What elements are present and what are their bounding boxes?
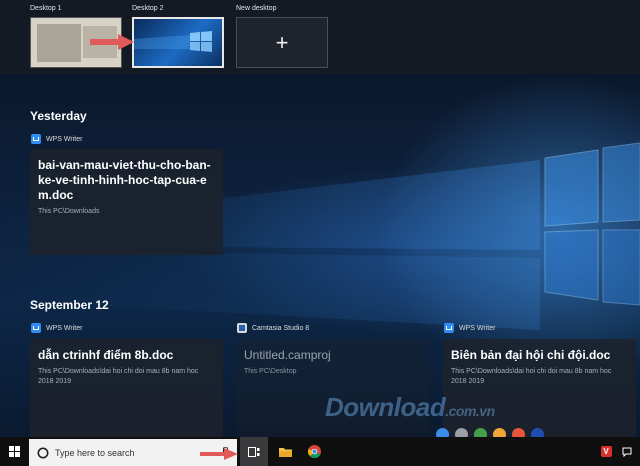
wps-writer-icon <box>31 323 41 333</box>
activity-app-row: Camtasia Studio 8 <box>237 323 309 333</box>
notification-icon <box>622 447 632 457</box>
app-name: WPS Writer <box>46 135 83 143</box>
app-name: WPS Writer <box>46 324 83 332</box>
activity-card-title: Biên bản đại hội chi đội.doc <box>451 348 611 362</box>
wps-writer-icon <box>444 323 454 333</box>
desktop-2-thumbnail[interactable] <box>132 17 224 68</box>
activity-card-path: This PC\Downloads\dai hoi chi doi mau 8b… <box>38 368 199 385</box>
new-desktop-label: New desktop <box>236 5 277 12</box>
activity-card[interactable]: dẫn ctrinhf điểm 8b.doc This PC\Download… <box>30 339 223 437</box>
tray-vivaldi-button[interactable]: V <box>598 437 614 466</box>
activity-card-path: This PC\Downloads\dai hoi chi doi mau 8b… <box>451 368 612 385</box>
activity-card-path: This PC\Desktop <box>244 368 297 375</box>
red-arrow-icon <box>200 448 238 460</box>
windows-start-icon <box>9 446 20 457</box>
activity-card-path: This PC\Downloads <box>38 208 100 215</box>
start-button[interactable] <box>0 437 29 466</box>
task-view-button[interactable] <box>240 437 268 466</box>
windows-logo-icon <box>134 31 212 52</box>
desktop-1-label: Desktop 1 <box>30 5 62 12</box>
watermark-suffix: .com.vn <box>445 403 495 419</box>
section-title-yesterday: Yesterday <box>30 109 87 123</box>
new-desktop-button[interactable]: + <box>236 17 328 68</box>
activity-app-row: WPS Writer <box>31 134 82 144</box>
task-view-icon <box>248 446 260 457</box>
virtual-desktops-strip: Desktop 1 Desktop 2 New desktop + <box>0 0 640 74</box>
activity-card[interactable]: bai-van-mau-viet-thu-cho-ban-ke-ve-tinh-… <box>30 149 223 255</box>
cortana-circle-icon <box>37 447 49 458</box>
activity-app-row: WPS Writer <box>31 323 82 333</box>
desktop-2-label: Desktop 2 <box>132 5 164 12</box>
activity-app-row: WPS Writer <box>444 323 495 333</box>
activity-card-title: Untitled.camproj <box>244 348 331 362</box>
chrome-icon <box>307 445 321 458</box>
file-explorer-button[interactable] <box>272 437 298 466</box>
tray-notification-button[interactable] <box>618 437 636 466</box>
activity-card-title: dẫn ctrinhf điểm 8b.doc <box>38 348 174 362</box>
chrome-button[interactable] <box>302 437 326 466</box>
folder-icon <box>278 448 292 457</box>
search-input[interactable] <box>49 447 205 458</box>
activity-card-title: bai-van-mau-viet-thu-cho-ban-ke-ve-tinh-… <box>38 158 211 202</box>
vivaldi-icon: V <box>600 446 612 457</box>
watermark-main: Download <box>325 392 446 422</box>
section-title-september-12: September 12 <box>30 298 109 312</box>
plus-icon: + <box>275 29 289 55</box>
app-name: WPS Writer <box>459 324 496 332</box>
watermark-logo: Download.com.vn <box>325 392 495 423</box>
red-arrow-icon <box>90 34 134 50</box>
camtasia-icon <box>237 323 247 333</box>
wps-writer-icon <box>31 134 41 144</box>
app-name: Camtasia Studio 8 <box>252 324 310 332</box>
